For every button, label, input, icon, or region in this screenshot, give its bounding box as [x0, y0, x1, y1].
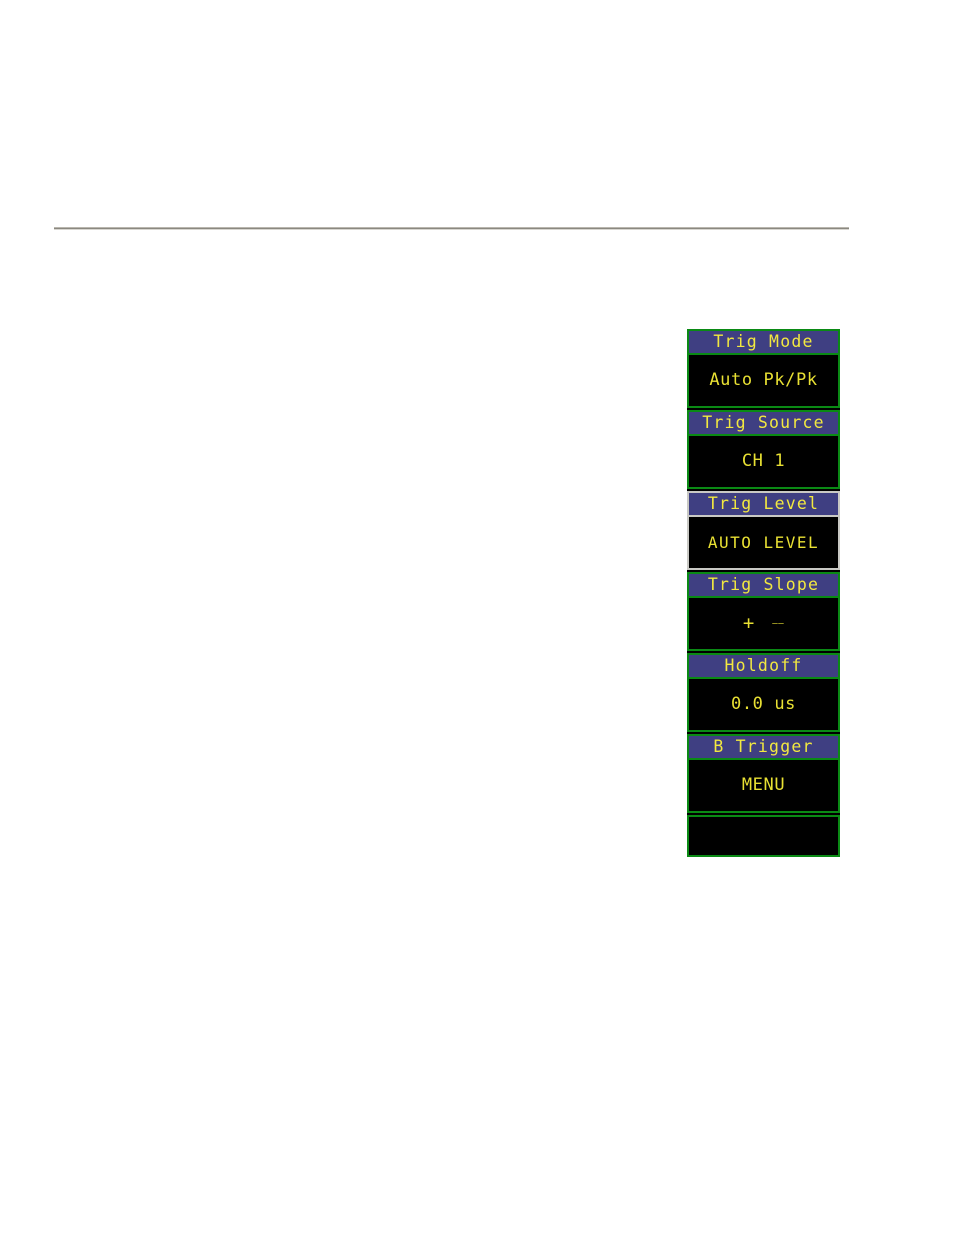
menu-header-trig-source: Trig Source — [689, 412, 838, 436]
trigger-menu-panel: Trig Mode Auto Pk/Pk Trig Source CH 1 Tr… — [687, 329, 840, 857]
menu-header-trig-level: Trig Level — [689, 493, 838, 517]
menu-section-trig-slope[interactable]: Trig Slope + –– — [687, 572, 840, 651]
menu-value-blank — [689, 817, 838, 855]
menu-value-trig-mode[interactable]: Auto Pk/Pk — [689, 355, 838, 406]
slope-positive-icon[interactable]: + — [743, 614, 754, 633]
menu-value-holdoff[interactable]: 0.0 us — [689, 679, 838, 730]
menu-header-trig-slope: Trig Slope — [689, 574, 838, 598]
menu-header-holdoff: Holdoff — [689, 655, 838, 679]
menu-section-trig-source[interactable]: Trig Source CH 1 — [687, 410, 840, 489]
page-divider-rule — [54, 227, 849, 230]
menu-section-trig-level[interactable]: Trig Level AUTO LEVEL — [687, 491, 840, 570]
menu-header-trig-mode: Trig Mode — [689, 331, 838, 355]
menu-value-trig-source[interactable]: CH 1 — [689, 436, 838, 487]
menu-section-trig-mode[interactable]: Trig Mode Auto Pk/Pk — [687, 329, 840, 408]
menu-section-blank[interactable] — [687, 815, 840, 857]
menu-section-b-trigger[interactable]: B Trigger MENU — [687, 734, 840, 813]
menu-section-holdoff[interactable]: Holdoff 0.0 us — [687, 653, 840, 732]
menu-value-b-trigger[interactable]: MENU — [689, 760, 838, 811]
menu-value-trig-slope[interactable]: + –– — [689, 598, 838, 649]
menu-header-b-trigger: B Trigger — [689, 736, 838, 760]
menu-value-trig-level[interactable]: AUTO LEVEL — [689, 517, 838, 568]
slope-edge-icon[interactable]: –– — [772, 620, 784, 629]
